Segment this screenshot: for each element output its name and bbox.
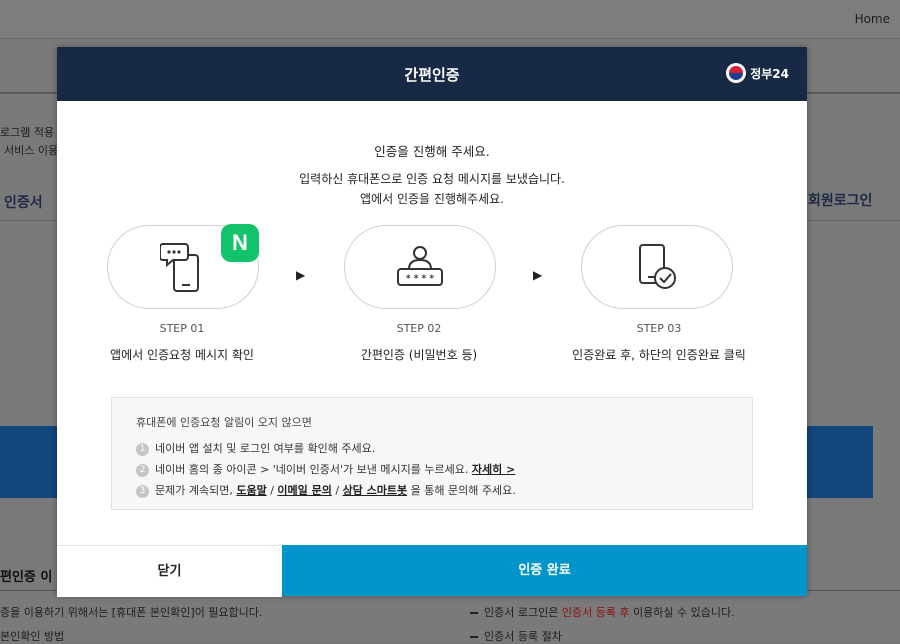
step3-number: STEP 03 xyxy=(636,322,682,335)
user-password-icon: * * * * xyxy=(397,246,443,286)
simple-auth-modal: 간편인증 정부24 인증을 진행해 주세요. 입력하신 휴대폰으로 인증 요청 … xyxy=(57,47,807,597)
top-header: Home xyxy=(0,0,900,39)
help-link[interactable]: 도움말 xyxy=(236,484,266,497)
step3-description: 인증완료 후, 하단의 인증완료 클릭 xyxy=(572,348,746,362)
intro-line3: 앱에서 인증을 진행해주세요. xyxy=(360,192,504,206)
step2-description: 간편인증 (비밀번호 등) xyxy=(360,348,478,362)
phone-check-icon xyxy=(639,244,676,289)
email-inquiry-link[interactable]: 이메일 문의 xyxy=(277,484,331,497)
step2-number: STEP 02 xyxy=(396,322,442,335)
intro-heading: 인증을 진행해 주세요. xyxy=(374,144,490,159)
bg-text-line2: 서비스 이용 xyxy=(4,144,59,157)
notice-box: 휴대폰에 인증요청 알림이 오지 않으면 1 네이버 앱 설치 및 로그인 여부를… xyxy=(111,397,753,510)
tab-member-login[interactable]: 회원로그인 xyxy=(808,190,872,210)
step1-number: STEP 01 xyxy=(159,322,205,335)
bg-text-line1: 로그램 적용 xyxy=(0,126,55,139)
details-link[interactable]: 자세히 > xyxy=(472,463,515,476)
bg-bottom-right2: 인증서 등록 절차 xyxy=(470,628,562,644)
intro-line2: 입력하신 휴대폰으로 인증 요청 메시지를 보냈습니다. xyxy=(299,172,565,186)
auth-complete-button[interactable]: 인증 완료 xyxy=(282,545,807,596)
modal-title: 간편인증 xyxy=(404,66,460,84)
step1-description: 앱에서 인증요청 메시지 확인 xyxy=(110,348,254,362)
gov24-logo-text: 정부24 xyxy=(750,66,789,81)
smartbot-link[interactable]: 상담 스마트봇 xyxy=(343,484,408,497)
home-link[interactable]: Home xyxy=(855,12,890,26)
svg-text:* * * *: * * * * xyxy=(406,274,435,284)
notice-item-1: 1 네이버 앱 설치 및 로그인 여부를 확인해 주세요. xyxy=(136,440,375,456)
step-arrow-1: ▶ xyxy=(296,268,306,282)
tab-certificate[interactable]: 인증서 xyxy=(4,192,43,212)
bg-bottom-text2: 본인확인 방법 xyxy=(0,630,65,643)
step-arrow-2: ▶ xyxy=(533,268,543,282)
notice-item-3: 3 문제가 계속되면, 도움말 / 이메일 문의 / 상담 스마트봇 을 통해 문… xyxy=(136,482,516,498)
bg-bottom-text1: 증을 이용하기 위해서는 [휴대폰 본인확인]이 필요합니다. xyxy=(0,606,263,619)
taegeuk-emblem-icon xyxy=(726,63,747,83)
step3-pill xyxy=(581,225,733,309)
step2-pill: * * * * xyxy=(344,225,496,309)
notice-item-2: 2 네이버 홈의 종 아이콘 > '네이버 인증서'가 보낸 메시지를 누르세요.… xyxy=(136,461,515,477)
notice-title: 휴대폰에 인증요청 알림이 오지 않으면 xyxy=(136,416,312,429)
notice-number-2: 2 xyxy=(136,463,149,477)
bg-section-title: 편인증 이 xyxy=(0,570,53,585)
close-button[interactable]: 닫기 xyxy=(57,545,282,597)
notice-number-3: 3 xyxy=(136,484,149,498)
notice-number-1: 1 xyxy=(136,442,149,456)
bg-bottom-right1: 인증서 로그인은 인증서 등록 후 이용하실 수 있습니다. xyxy=(470,604,735,620)
phone-message-icon xyxy=(160,243,199,292)
gov24-logo: 정부24 xyxy=(726,63,789,83)
naver-badge-icon: N xyxy=(221,224,259,262)
modal-header: 간편인증 정부24 xyxy=(57,47,807,101)
